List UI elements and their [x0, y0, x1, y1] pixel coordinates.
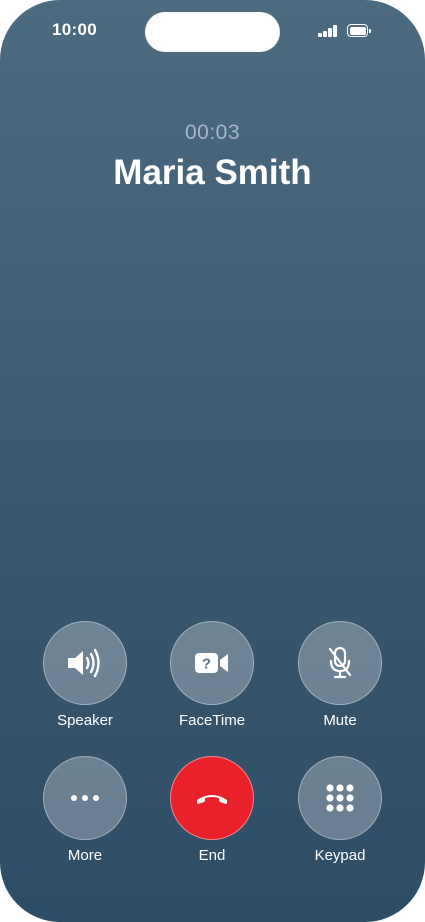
- facetime-icon: ?: [195, 653, 228, 673]
- speaker-control: Speaker: [35, 621, 135, 729]
- contact-name: Maria Smith: [113, 153, 312, 192]
- facetime-label: FaceTime: [178, 712, 246, 729]
- keypad-control: Keypad: [290, 756, 390, 864]
- dynamic-island: [145, 12, 280, 52]
- end-label: End: [198, 847, 226, 864]
- mute-label: Mute: [323, 712, 357, 729]
- call-screen: 10:00 00:03 Maria Smith Speaker ? FaceTi…: [0, 0, 425, 922]
- end-control: End: [162, 756, 262, 864]
- microphone-muted-icon: [328, 646, 352, 679]
- battery-icon: [347, 24, 371, 37]
- facetime-button[interactable]: ?: [170, 621, 254, 705]
- end-call-button[interactable]: [170, 756, 254, 840]
- svg-text:?: ?: [202, 656, 211, 673]
- keypad-icon: [326, 784, 354, 812]
- speaker-button[interactable]: [43, 621, 127, 705]
- ellipsis-icon: [71, 795, 99, 801]
- speaker-icon: [68, 648, 100, 678]
- cellular-signal-icon: [318, 25, 340, 37]
- mute-button[interactable]: [298, 621, 382, 705]
- status-time: 10:00: [52, 20, 97, 39]
- more-control: More: [35, 756, 135, 864]
- keypad-label: Keypad: [314, 847, 366, 864]
- speaker-label: Speaker: [57, 712, 113, 729]
- phone-hangup-icon: [197, 795, 227, 804]
- more-label: More: [67, 847, 103, 864]
- facetime-control: ? FaceTime: [162, 621, 262, 729]
- mute-control: Mute: [290, 621, 390, 729]
- more-button[interactable]: [43, 756, 127, 840]
- call-duration: 00:03: [184, 121, 241, 144]
- keypad-button[interactable]: [298, 756, 382, 840]
